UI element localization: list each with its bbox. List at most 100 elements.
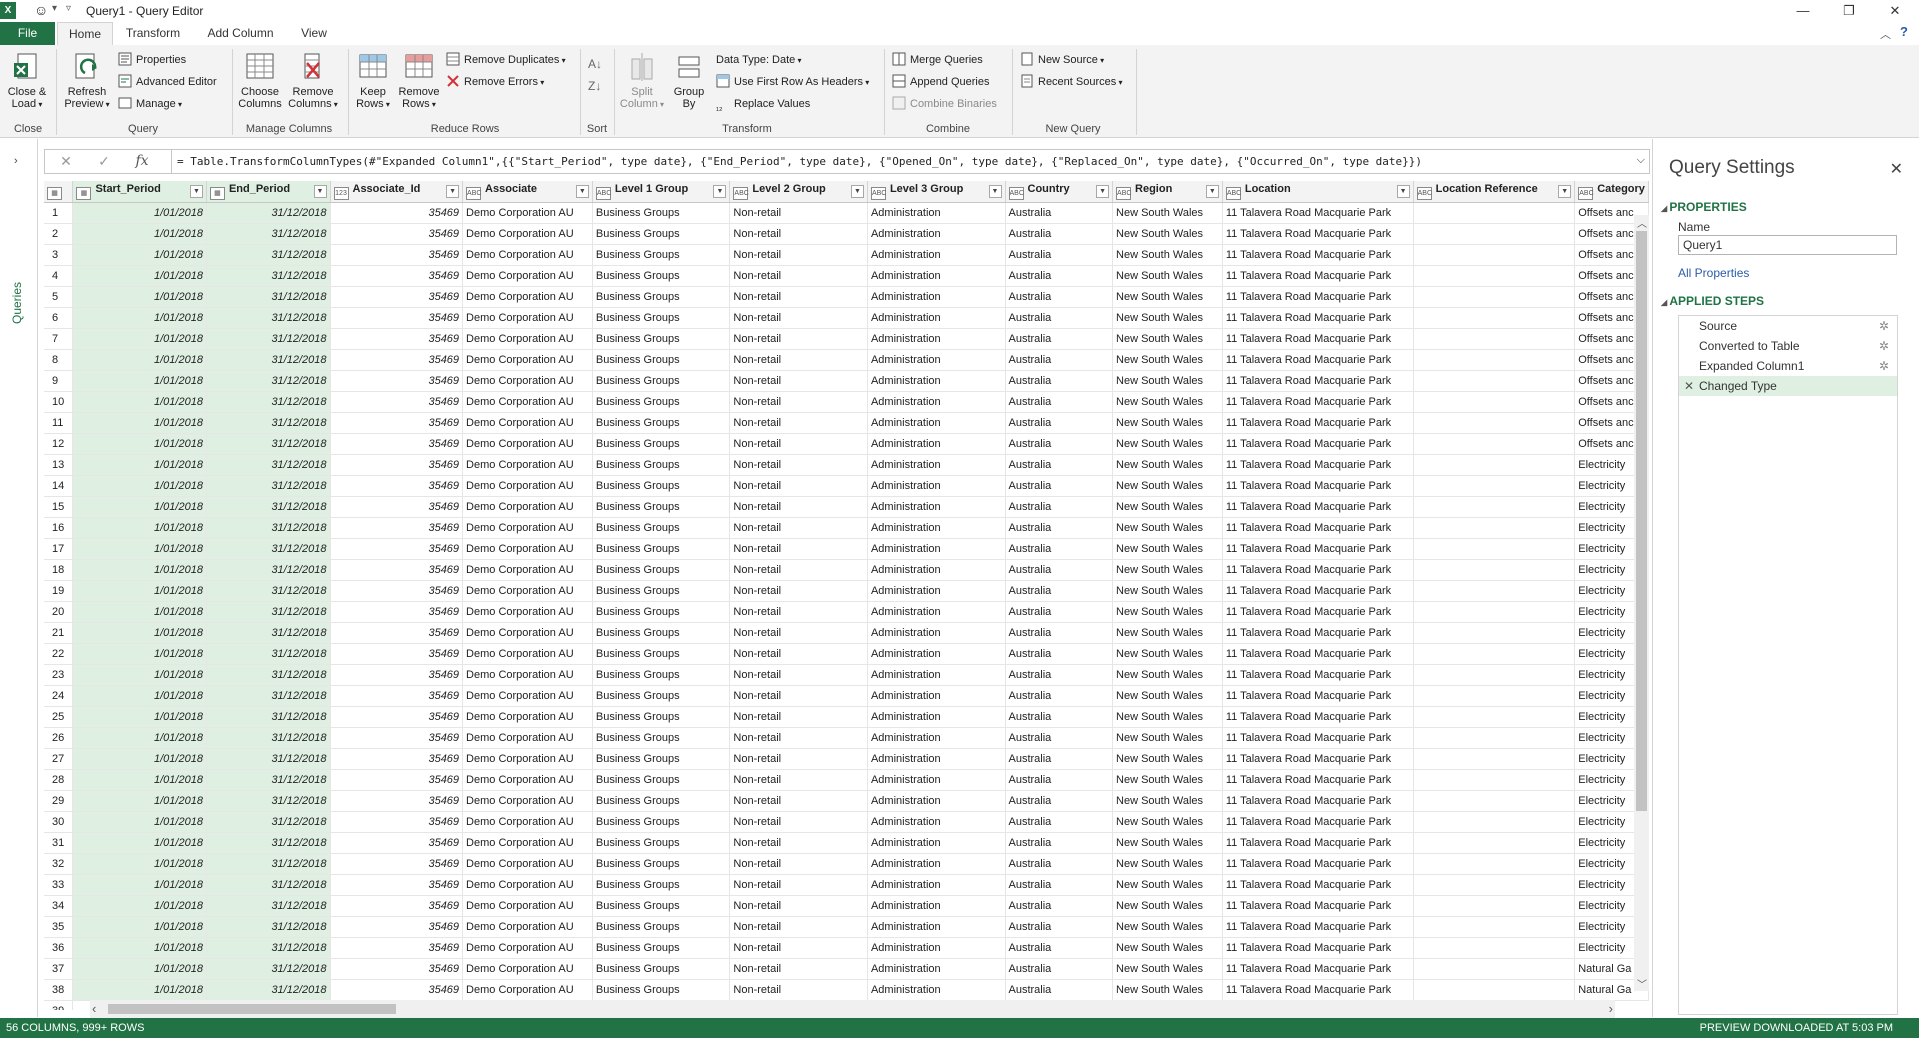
table-cell[interactable]: 1/01/2018 <box>72 412 207 434</box>
table-cell[interactable] <box>1413 412 1576 434</box>
keep-rows-button[interactable]: Keep Rows ▾ <box>352 51 394 111</box>
column-filter-dropdown-icon[interactable]: ▼ <box>713 185 727 198</box>
table-cell[interactable]: Administration <box>867 286 1006 308</box>
table-cell[interactable]: 11 Talavera Road Macquarie Park <box>1222 475 1414 497</box>
table-cell[interactable]: 11 Talavera Road Macquarie Park <box>1222 874 1414 896</box>
table-cell[interactable]: Australia <box>1005 328 1114 350</box>
column-header[interactable]: ABC Category <box>1574 181 1649 203</box>
table-cell[interactable]: New South Wales <box>1112 538 1223 560</box>
row-number[interactable]: 34 <box>44 895 74 917</box>
table-cell[interactable]: Administration <box>867 538 1006 560</box>
table-cell[interactable]: Non-retail <box>729 496 868 518</box>
text-type-icon[interactable]: ABC <box>1008 186 1024 200</box>
table-cell[interactable]: Business Groups <box>592 580 731 602</box>
column-header[interactable]: ABC Location Reference ▼ <box>1413 181 1576 203</box>
table-cell[interactable]: Business Groups <box>592 916 731 938</box>
table-cell[interactable]: Business Groups <box>592 937 731 959</box>
table-cell[interactable]: 11 Talavera Road Macquarie Park <box>1222 685 1414 707</box>
table-cell[interactable] <box>1413 811 1576 833</box>
row-number[interactable]: 37 <box>44 958 74 980</box>
table-cell[interactable]: 11 Talavera Road Macquarie Park <box>1222 349 1414 371</box>
table-cell[interactable]: Australia <box>1005 538 1114 560</box>
table-cell[interactable] <box>1413 706 1576 728</box>
table-cell[interactable]: 31/12/2018 <box>206 853 331 875</box>
table-cell[interactable]: Administration <box>867 853 1006 875</box>
table-cell[interactable]: 1/01/2018 <box>72 643 207 665</box>
table-cell[interactable]: Business Groups <box>592 496 731 518</box>
table-cell[interactable]: Australia <box>1005 916 1114 938</box>
table-cell[interactable] <box>1413 370 1576 392</box>
table-cell[interactable]: 35469 <box>330 580 464 602</box>
row-number[interactable]: 4 <box>44 265 74 287</box>
table-cell[interactable]: Australia <box>1005 433 1114 455</box>
table-cell[interactable]: Demo Corporation AU <box>462 853 593 875</box>
table-cell[interactable]: Business Groups <box>592 706 731 728</box>
table-cell[interactable]: 31/12/2018 <box>206 622 331 644</box>
table-row[interactable]: 22 1/01/2018 31/12/2018 35469 Demo Corporati… <box>44 643 1649 665</box>
table-cell[interactable]: 31/12/2018 <box>206 706 331 728</box>
table-cell[interactable]: 11 Talavera Road Macquarie Park <box>1222 979 1414 1001</box>
table-cell[interactable]: 31/12/2018 <box>206 496 331 518</box>
table-cell[interactable] <box>1413 538 1576 560</box>
table-row[interactable]: 17 1/01/2018 31/12/2018 35469 Demo Corporati… <box>44 538 1649 560</box>
table-cell[interactable]: 35469 <box>330 391 464 413</box>
table-cell[interactable]: Australia <box>1005 937 1114 959</box>
table-cell[interactable] <box>1413 685 1576 707</box>
help-icon[interactable]: ? <box>1900 24 1908 39</box>
table-cell[interactable] <box>1413 769 1576 791</box>
applied-step[interactable]: Converted to Table ✲ <box>1679 336 1897 356</box>
table-cell[interactable]: Business Groups <box>592 559 731 581</box>
table-row[interactable]: 19 1/01/2018 31/12/2018 35469 Demo Corporati… <box>44 580 1649 602</box>
table-row[interactable]: 27 1/01/2018 31/12/2018 35469 Demo Corporati… <box>44 748 1649 770</box>
table-cell[interactable]: Australia <box>1005 853 1114 875</box>
row-number[interactable]: 23 <box>44 664 74 686</box>
table-cell[interactable]: 1/01/2018 <box>72 580 207 602</box>
table-cell[interactable]: 35469 <box>330 559 464 581</box>
tab-transform[interactable]: Transform <box>118 22 188 45</box>
table-cell[interactable] <box>1413 979 1576 1001</box>
table-cell[interactable] <box>1413 832 1576 854</box>
table-cell[interactable]: Administration <box>867 622 1006 644</box>
table-cell[interactable] <box>1413 643 1576 665</box>
replace-values-button[interactable]: ₁₂ Replace Values <box>716 95 810 113</box>
table-cell[interactable]: Demo Corporation AU <box>462 811 593 833</box>
table-row[interactable]: 14 1/01/2018 31/12/2018 35469 Demo Corporati… <box>44 475 1649 497</box>
table-cell[interactable]: Business Groups <box>592 391 731 413</box>
table-cell[interactable]: 1/01/2018 <box>72 685 207 707</box>
table-cell[interactable]: Business Groups <box>592 265 731 287</box>
row-number[interactable]: 30 <box>44 811 74 833</box>
table-cell[interactable]: Administration <box>867 727 1006 749</box>
table-cell[interactable] <box>1413 958 1576 980</box>
table-cell[interactable]: Non-retail <box>729 832 868 854</box>
table-cell[interactable]: Administration <box>867 664 1006 686</box>
table-cell[interactable]: Administration <box>867 433 1006 455</box>
tab-home[interactable]: Home <box>57 22 113 45</box>
table-cell[interactable] <box>1413 895 1576 917</box>
table-cell[interactable]: 1/01/2018 <box>72 391 207 413</box>
text-type-icon[interactable]: ABC <box>1116 186 1131 200</box>
cancel-formula-icon[interactable]: ✕ <box>55 153 77 171</box>
table-row[interactable]: 25 1/01/2018 31/12/2018 35469 Demo Corporati… <box>44 706 1649 728</box>
table-cell[interactable]: 1/01/2018 <box>72 223 207 245</box>
table-cell[interactable]: Non-retail <box>729 328 868 350</box>
row-number[interactable]: 35 <box>44 916 74 938</box>
table-cell[interactable]: Australia <box>1005 811 1114 833</box>
table-cell[interactable]: 35469 <box>330 706 464 728</box>
column-filter-dropdown-icon[interactable]: ▼ <box>850 185 864 198</box>
table-cell[interactable]: 11 Talavera Road Macquarie Park <box>1222 265 1414 287</box>
table-cell[interactable]: Business Groups <box>592 454 731 476</box>
table-cell[interactable]: 31/12/2018 <box>206 349 331 371</box>
table-cell[interactable]: Administration <box>867 370 1006 392</box>
table-cell[interactable]: Demo Corporation AU <box>462 475 593 497</box>
table-cell[interactable]: Business Groups <box>592 643 731 665</box>
row-number[interactable]: 18 <box>44 559 74 581</box>
table-cell[interactable]: Australia <box>1005 685 1114 707</box>
table-cell[interactable] <box>1413 916 1576 938</box>
table-row[interactable]: 2 1/01/2018 31/12/2018 35469 Demo Corporatio… <box>44 223 1649 245</box>
table-cell[interactable]: Demo Corporation AU <box>462 979 593 1001</box>
table-cell[interactable] <box>1413 307 1576 329</box>
table-cell[interactable]: 1/01/2018 <box>72 307 207 329</box>
row-number[interactable]: 14 <box>44 475 74 497</box>
horizontal-scrollbar[interactable]: ‹ › <box>90 1000 1615 1018</box>
table-cell[interactable]: Australia <box>1005 307 1114 329</box>
